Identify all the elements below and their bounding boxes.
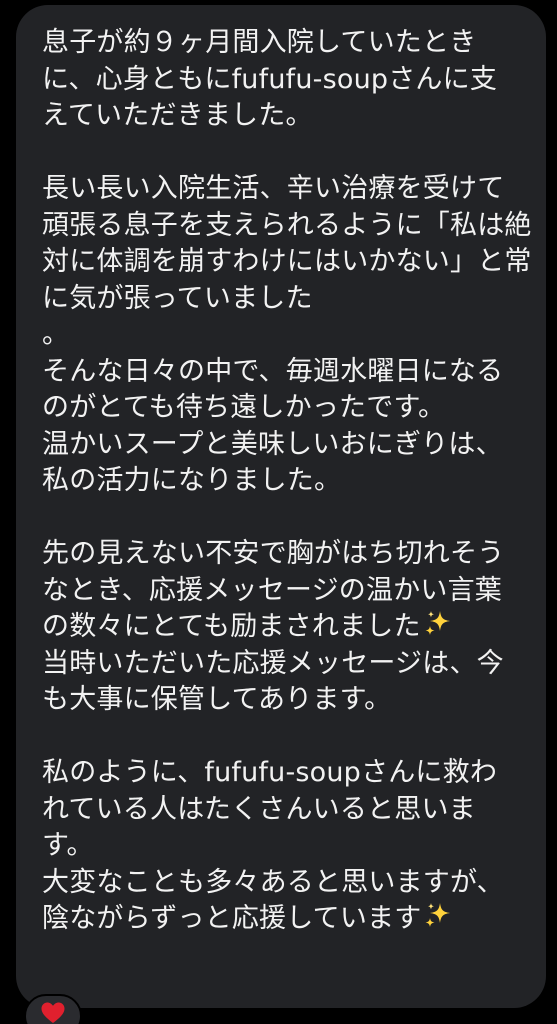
message-line-text: の数々にとても励まされました bbox=[42, 611, 421, 642]
heart-icon bbox=[41, 1002, 65, 1023]
message-line: 長い長い入院生活、辛い治療を受けて bbox=[42, 173, 505, 204]
message-line: えていただきました。 bbox=[42, 100, 313, 131]
message-line: 私の活力になりました。 bbox=[42, 465, 342, 496]
message-line-with-emoji: 陰ながらずっと応援しています bbox=[42, 901, 528, 938]
message-line-text: 陰ながらずっと応援しています bbox=[42, 903, 422, 934]
message-line: そんな日々の中で、毎週水曜日になる bbox=[42, 355, 504, 387]
message-line: れている人はたくさんいると思いま bbox=[42, 793, 476, 825]
message-line: に、心身ともにfufufu-soupさんに支 bbox=[42, 63, 498, 95]
message-line: に気が張っていました bbox=[42, 282, 313, 314]
message-line: 大変なことも多々あると思いますが、 bbox=[42, 866, 504, 898]
message-line: 先の見えない不安で胸がはち切れそう bbox=[42, 538, 505, 569]
message-line: 頑張る息子を支えられるように「私は絶 bbox=[42, 209, 532, 241]
message-text: 息子が約９ヶ月間入院していたとき に、心身ともにfufufu-soupさんに支 … bbox=[42, 25, 532, 938]
message-line: も大事に保管してあります。 bbox=[42, 684, 392, 715]
message-line-with-emoji: の数々にとても励まされました bbox=[42, 609, 528, 646]
message-line: 当時いただいた応援メッセージは、今 bbox=[42, 647, 504, 679]
reaction-badge[interactable] bbox=[24, 994, 82, 1024]
message-line: す。 bbox=[42, 830, 94, 861]
sparkles-icon bbox=[425, 611, 450, 635]
message-line: 対に体調を崩すわけにはいかない」と常 bbox=[42, 246, 532, 277]
message-line: 温かいスープと美味しいおにぎりは、 bbox=[42, 428, 503, 460]
message-line: 息子が約９ヶ月間入院していたとき bbox=[42, 27, 477, 58]
message-line: のがとても待ち遠しかったです。 bbox=[42, 392, 446, 423]
sparkles-icon bbox=[425, 903, 451, 927]
message-bubble[interactable]: 息子が約９ヶ月間入院していたとき に、心身ともにfufufu-soupさんに支 … bbox=[16, 5, 546, 1008]
message-line: 私のように、fufufu-soupさんに救わ bbox=[42, 757, 498, 788]
message-line: なとき、応援メッセージの温かい言葉 bbox=[42, 574, 502, 606]
chat-screen: 息子が約９ヶ月間入院していたとき に、心身ともにfufufu-soupさんに支 … bbox=[0, 0, 557, 1024]
message-line: 。 bbox=[42, 319, 70, 350]
